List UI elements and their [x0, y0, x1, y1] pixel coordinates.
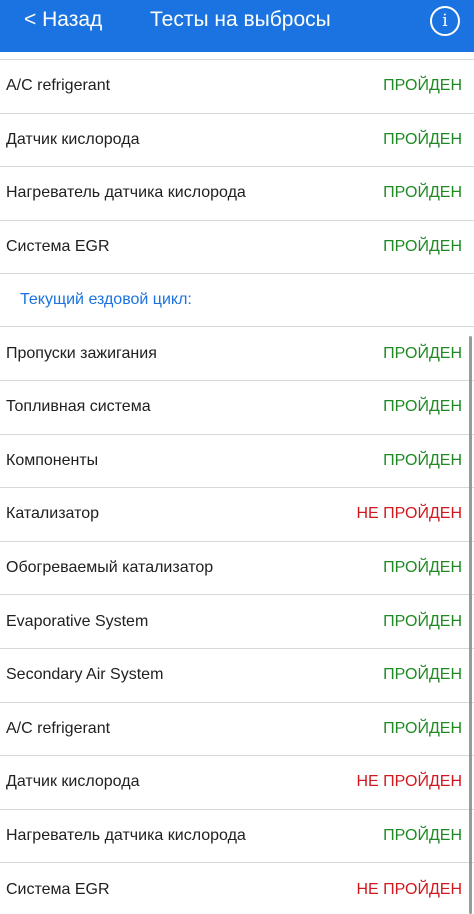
back-button[interactable]: < Назад [24, 8, 102, 32]
info-icon-glyph: i [442, 11, 448, 31]
test-name: Топливная система [6, 398, 151, 416]
test-name: Обогреваемый катализатор [6, 559, 214, 577]
test-row: Датчик кислорода ПРОЙДЕН [0, 114, 474, 168]
test-status: НЕ ПРОЙДЕН [356, 505, 463, 523]
test-name: Датчик кислорода [6, 773, 140, 791]
test-name: Компоненты [6, 451, 99, 469]
test-row: Датчик кислорода НЕ ПРОЙДЕН [0, 756, 474, 810]
current-cycle-header: Текущий ездовой цикл: [0, 274, 474, 328]
test-row: Secondary Air System ПРОЙДЕН [0, 649, 474, 703]
test-status: ПРОЙДЕН [383, 398, 462, 416]
test-status: ПРОЙДЕН [383, 719, 462, 737]
test-name: Evaporative System [6, 612, 149, 630]
test-row: A/C refrigerant ПРОЙДЕН [0, 703, 474, 757]
test-name: Нагреватель датчика кислорода [6, 184, 246, 202]
app-header: < Назад Тесты на выбросы i [0, 0, 474, 52]
back-button-label: < Назад [24, 8, 103, 31]
test-row: Evaporative System ПРОЙДЕН [0, 595, 474, 649]
test-row: Нагреватель датчика кислорода ПРОЙДЕН [0, 167, 474, 221]
test-row: Топливная система ПРОЙДЕН [0, 381, 474, 435]
test-row: Пропуски зажигания ПРОЙДЕН [0, 327, 474, 381]
test-status: ПРОЙДЕН [383, 130, 462, 148]
emissions-tests-screen: < Назад Тесты на выбросы i A/C refrigera… [0, 0, 474, 914]
test-status: ПРОЙДЕН [383, 559, 462, 577]
test-row: A/C refrigerant ПРОЙДЕН [0, 60, 474, 114]
test-row: Катализатор НЕ ПРОЙДЕН [0, 488, 474, 542]
page-title: Тесты на выбросы [150, 8, 331, 31]
test-row: Нагреватель датчика кислорода ПРОЙДЕН [0, 810, 474, 864]
test-status: ПРОЙДЕН [383, 344, 462, 362]
test-status: ПРОЙДЕН [383, 612, 462, 630]
info-icon[interactable]: i [430, 6, 460, 36]
test-status: ПРОЙДЕН [383, 666, 462, 684]
test-row: Система EGR НЕ ПРОЙДЕН [0, 863, 474, 914]
test-name: Secondary Air System [6, 666, 164, 684]
current-cycle-group: Пропуски зажигания ПРОЙДЕН Топливная систе… [0, 327, 474, 914]
test-status: ПРОЙДЕН [383, 827, 462, 845]
test-name: Пропуски зажигания [6, 344, 157, 362]
test-status: ПРОЙДЕН [383, 77, 462, 95]
test-name: A/C refrigerant [6, 719, 111, 737]
previous-tests-group: A/C refrigerant ПРОЙДЕН Датчик кислорода ПР… [0, 60, 474, 275]
test-name: Система EGR [6, 238, 110, 256]
test-status: ПРОЙДЕН [383, 238, 462, 256]
test-row: Компоненты ПРОЙДЕН [0, 435, 474, 489]
test-status: ПРОЙДЕН [383, 451, 462, 469]
test-results-list[interactable]: A/C refrigerant ПРОЙДЕН Датчик кислорода ПР… [0, 52, 474, 914]
list-top-divider [0, 52, 474, 60]
test-name: Датчик кислорода [6, 130, 140, 148]
test-row: Обогреваемый катализатор ПРОЙДЕН [0, 542, 474, 596]
test-status: ПРОЙДЕН [383, 184, 462, 202]
test-status: НЕ ПРОЙДЕН [356, 880, 463, 898]
test-name: Катализатор [6, 505, 100, 523]
test-status: НЕ ПРОЙДЕН [356, 773, 463, 791]
test-name: A/C refrigerant [6, 77, 111, 95]
scrollbar-thumb[interactable] [469, 336, 472, 914]
test-name: Нагреватель датчика кислорода [6, 827, 246, 845]
test-name: Система EGR [6, 880, 110, 898]
test-row: Система EGR ПРОЙДЕН [0, 221, 474, 275]
